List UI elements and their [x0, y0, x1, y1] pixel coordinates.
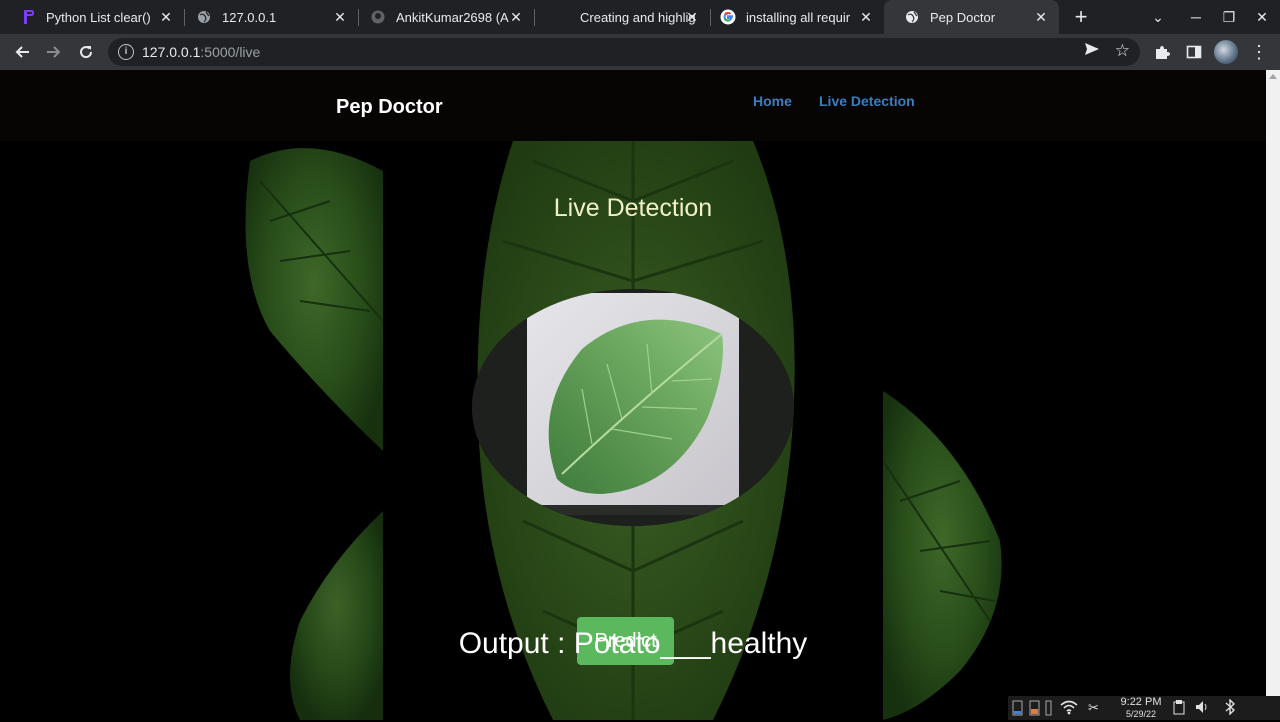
url-text: 127.0.0.1:5000/live — [142, 44, 260, 60]
bluetooth-icon[interactable] — [1224, 698, 1236, 717]
tab-search-chevron-down-icon[interactable]: ⌄ — [1148, 7, 1168, 27]
page-viewport: Pep Doctor Home Live Detection Live Dete… — [0, 70, 1266, 720]
tab-localhost[interactable]: 127.0.0.1 ✕ — [176, 0, 358, 34]
tab-title: Python List clear() — [46, 9, 151, 25]
page-heading: Live Detection — [553, 194, 713, 222]
browser-toolbar: i 127.0.0.1:5000/live ☆ ⋮ — [0, 34, 1280, 70]
google-icon — [720, 9, 736, 25]
page-scrollbar[interactable] — [1266, 70, 1280, 720]
restore-icon[interactable]: ❐ — [1219, 7, 1239, 27]
profile-avatar[interactable] — [1214, 40, 1238, 64]
tab-creating-highlighting[interactable]: Creating and highlig ✕ — [534, 0, 710, 34]
nav-live-detection-link[interactable]: Live Detection — [819, 93, 915, 109]
clipboard-icon[interactable] — [1172, 699, 1186, 717]
tab-python-list-clear[interactable]: Python List clear() ✕ — [0, 0, 184, 34]
battery-indicator-icon[interactable] — [1012, 699, 1052, 717]
close-icon[interactable]: ✕ — [508, 9, 524, 25]
tab-title: Creating and highlig — [580, 9, 696, 25]
url-path: :5000/live — [200, 44, 261, 60]
webcam-feed — [472, 289, 794, 526]
close-icon[interactable]: ✕ — [1033, 9, 1049, 25]
back-arrow-icon[interactable] — [10, 40, 34, 64]
scroll-up-arrow-icon[interactable] — [1269, 74, 1277, 79]
close-icon[interactable]: ✕ — [332, 9, 348, 25]
site-navbar: Pep Doctor Home Live Detection — [0, 70, 1266, 141]
address-bar[interactable]: i 127.0.0.1:5000/live ☆ — [108, 38, 1140, 66]
tab-title: AnkitKumar2698 (A — [396, 9, 509, 25]
clock-time: 9:22 PM — [1120, 696, 1162, 708]
system-clock[interactable]: 9:22 PM 5/29/22 — [1112, 696, 1170, 720]
tab-title: Pep Doctor — [930, 9, 996, 25]
volume-icon[interactable] — [1194, 699, 1210, 717]
new-tab-plus-icon[interactable]: + — [1069, 6, 1093, 30]
close-icon[interactable]: ✕ — [158, 9, 174, 25]
forward-arrow-icon[interactable] — [42, 40, 66, 64]
output-container: Output : Potato___healthy — [383, 627, 943, 661]
window-close-icon[interactable]: ✕ — [1252, 7, 1272, 27]
wifi-icon[interactable] — [1060, 699, 1078, 717]
tab-github[interactable]: AnkitKumar2698 (A ✕ — [350, 0, 534, 34]
github-icon — [370, 9, 386, 25]
pycharm-icon — [20, 9, 36, 25]
close-icon[interactable]: ✕ — [684, 9, 700, 25]
globe-icon — [196, 9, 212, 25]
side-panel-icon[interactable] — [1182, 40, 1206, 64]
nav-home-link[interactable]: Home — [753, 93, 792, 109]
send-to-devices-icon[interactable] — [1084, 42, 1100, 61]
extensions-puzzle-icon[interactable] — [1150, 40, 1174, 64]
close-icon[interactable]: ✕ — [858, 9, 874, 25]
globe-icon — [904, 9, 920, 25]
menu-kebab-icon[interactable]: ⋮ — [1247, 40, 1271, 64]
prediction-output: Output : Potato___healthy — [458, 627, 808, 660]
tab-strip: Python List clear() ✕ 127.0.0.1 ✕ AnkitK… — [0, 0, 1280, 34]
blank-icon — [554, 9, 570, 25]
scissors-icon[interactable]: ✂ — [1088, 699, 1099, 717]
minimize-icon[interactable]: ─ — [1186, 7, 1206, 27]
bookmark-star-icon[interactable]: ☆ — [1115, 41, 1130, 61]
site-info-icon[interactable]: i — [118, 44, 134, 60]
reload-icon[interactable] — [74, 40, 98, 64]
tab-installing-requirements[interactable]: installing all requir ✕ — [700, 0, 884, 34]
url-host: 127.0.0.1 — [142, 44, 201, 60]
system-tray: ✂ 9:22 PM 5/29/22 — [1008, 696, 1280, 720]
clock-date: 5/29/22 — [1125, 709, 1157, 719]
tab-title: 127.0.0.1 — [222, 9, 277, 25]
tab-title: installing all requir — [746, 9, 851, 25]
site-brand[interactable]: Pep Doctor — [336, 96, 443, 119]
tab-pep-doctor[interactable]: Pep Doctor ✕ — [884, 0, 1059, 34]
